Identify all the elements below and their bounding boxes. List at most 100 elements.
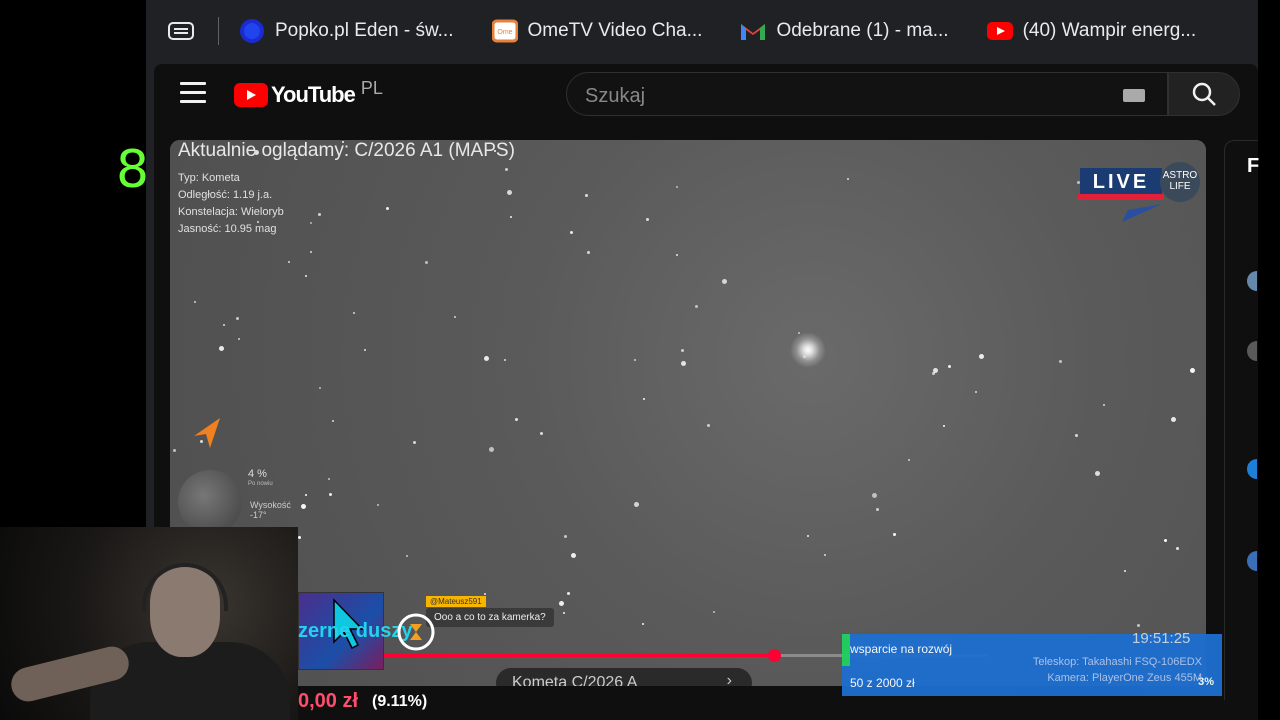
star bbox=[563, 612, 565, 614]
star bbox=[319, 387, 321, 389]
webcam-feed bbox=[0, 527, 298, 720]
star bbox=[425, 261, 428, 264]
keyboard-icon[interactable] bbox=[1123, 89, 1145, 102]
star bbox=[643, 398, 645, 400]
star bbox=[377, 504, 379, 506]
star bbox=[505, 168, 508, 171]
star bbox=[948, 365, 951, 368]
search-placeholder: Szukaj bbox=[585, 85, 646, 107]
now-watching-title: Aktualnie oglądamy: C/2026 A1 (MAPS) bbox=[178, 140, 515, 161]
side-avatar[interactable] bbox=[1247, 459, 1257, 479]
star bbox=[504, 359, 506, 361]
star bbox=[847, 178, 849, 180]
star bbox=[329, 493, 332, 496]
bookmark-label: Odebrane (1) - ma... bbox=[776, 20, 949, 41]
live-label: LIVE bbox=[1080, 168, 1162, 196]
bookmark-popko[interactable]: Popko.pl Eden - św... bbox=[239, 18, 454, 44]
youtube-header: YouTube PL Szukaj bbox=[154, 64, 1258, 126]
star bbox=[223, 324, 225, 326]
star bbox=[676, 254, 678, 256]
donation-title: wsparcie na rozwój bbox=[850, 642, 953, 656]
telescope-label: Teleskop: Takahashi FSQ-106EDX bbox=[1032, 656, 1202, 668]
star bbox=[634, 359, 636, 361]
side-avatar[interactable] bbox=[1247, 271, 1257, 291]
hamburger-menu-icon[interactable] bbox=[180, 82, 206, 106]
star bbox=[564, 535, 567, 538]
star bbox=[386, 207, 389, 210]
side-avatar[interactable] bbox=[1247, 551, 1257, 571]
screen: 8 Popko.pl Eden - św... Ome OmeTV Video … bbox=[0, 0, 1280, 720]
star bbox=[489, 447, 494, 452]
tab-search-icon[interactable] bbox=[166, 16, 196, 46]
star bbox=[484, 593, 486, 595]
star bbox=[807, 535, 809, 537]
bottom-donation-percent: (9.11%) bbox=[372, 693, 428, 710]
star bbox=[570, 231, 573, 234]
star bbox=[872, 493, 877, 498]
moon-icon bbox=[178, 470, 242, 534]
svg-text:Ome: Ome bbox=[497, 29, 512, 36]
star bbox=[676, 186, 678, 188]
star bbox=[332, 420, 334, 422]
youtube-logo[interactable]: YouTube PL bbox=[234, 78, 383, 108]
star bbox=[642, 623, 644, 625]
star bbox=[932, 372, 935, 375]
comet bbox=[790, 332, 826, 368]
star bbox=[219, 346, 224, 351]
star bbox=[305, 494, 307, 496]
star bbox=[943, 425, 945, 427]
star bbox=[194, 301, 196, 303]
star bbox=[975, 391, 977, 393]
star bbox=[515, 418, 518, 421]
moon-phase-percent: 4 % bbox=[248, 468, 267, 480]
youtube-wordmark: YouTube bbox=[271, 82, 356, 107]
object-info: Typ: Kometa Odległość: 1.19 j.a. Konstel… bbox=[178, 170, 284, 238]
star bbox=[824, 554, 826, 556]
bookmarks-bar: Popko.pl Eden - św... Ome OmeTV Video Ch… bbox=[146, 0, 1258, 62]
chapter-title[interactable]: Kometa C/2026 A › bbox=[496, 668, 752, 686]
star bbox=[695, 305, 698, 308]
star bbox=[454, 316, 456, 318]
equipment-info: Teleskop: Takahashi FSQ-106EDX Kamera: P… bbox=[996, 654, 1202, 686]
star bbox=[353, 312, 355, 314]
star bbox=[681, 361, 686, 366]
bookmark-youtube[interactable]: (40) Wampir energ... bbox=[986, 18, 1196, 44]
star bbox=[406, 555, 408, 557]
bookmark-gmail[interactable]: Odebrane (1) - ma... bbox=[740, 18, 949, 44]
globe-icon bbox=[239, 18, 265, 44]
stream-clock: 19:51:25 bbox=[1132, 630, 1191, 647]
moon-phase-label: Po nowiu bbox=[248, 481, 273, 487]
search-button[interactable] bbox=[1168, 72, 1240, 116]
astro-life-logo: ASTRO LIFE bbox=[1160, 162, 1200, 202]
progress-scrubber[interactable] bbox=[768, 649, 782, 662]
info-distance: Odległość: 1.19 j.a. bbox=[178, 189, 273, 201]
search-input[interactable]: Szukaj bbox=[566, 72, 1168, 116]
star bbox=[559, 601, 564, 606]
star bbox=[1190, 368, 1195, 373]
donation-amount: 50 z 2000 zł bbox=[850, 676, 915, 690]
star bbox=[1137, 624, 1140, 627]
star bbox=[236, 317, 239, 320]
star bbox=[540, 432, 543, 435]
chat-message: Ooo a co to za kamerka? bbox=[426, 608, 554, 627]
star bbox=[310, 251, 312, 253]
star bbox=[364, 349, 366, 351]
star bbox=[1171, 417, 1176, 422]
right-side-panel: F bbox=[1224, 140, 1259, 700]
bookmark-ometv[interactable]: Ome OmeTV Video Cha... bbox=[491, 18, 702, 44]
star bbox=[1075, 434, 1078, 437]
gmail-icon bbox=[740, 18, 766, 44]
donation-progress-indicator bbox=[842, 634, 850, 666]
live-arrow-icon bbox=[1122, 204, 1162, 222]
stream-counter: 8 bbox=[116, 140, 150, 200]
star bbox=[1095, 471, 1100, 476]
side-avatar[interactable] bbox=[1247, 341, 1257, 361]
star bbox=[571, 553, 576, 558]
star bbox=[305, 275, 307, 277]
star bbox=[288, 261, 290, 263]
star bbox=[893, 533, 896, 536]
bookmark-label: Popko.pl Eden - św... bbox=[275, 20, 454, 41]
star bbox=[1176, 547, 1179, 550]
star bbox=[310, 222, 312, 224]
star bbox=[979, 354, 984, 359]
